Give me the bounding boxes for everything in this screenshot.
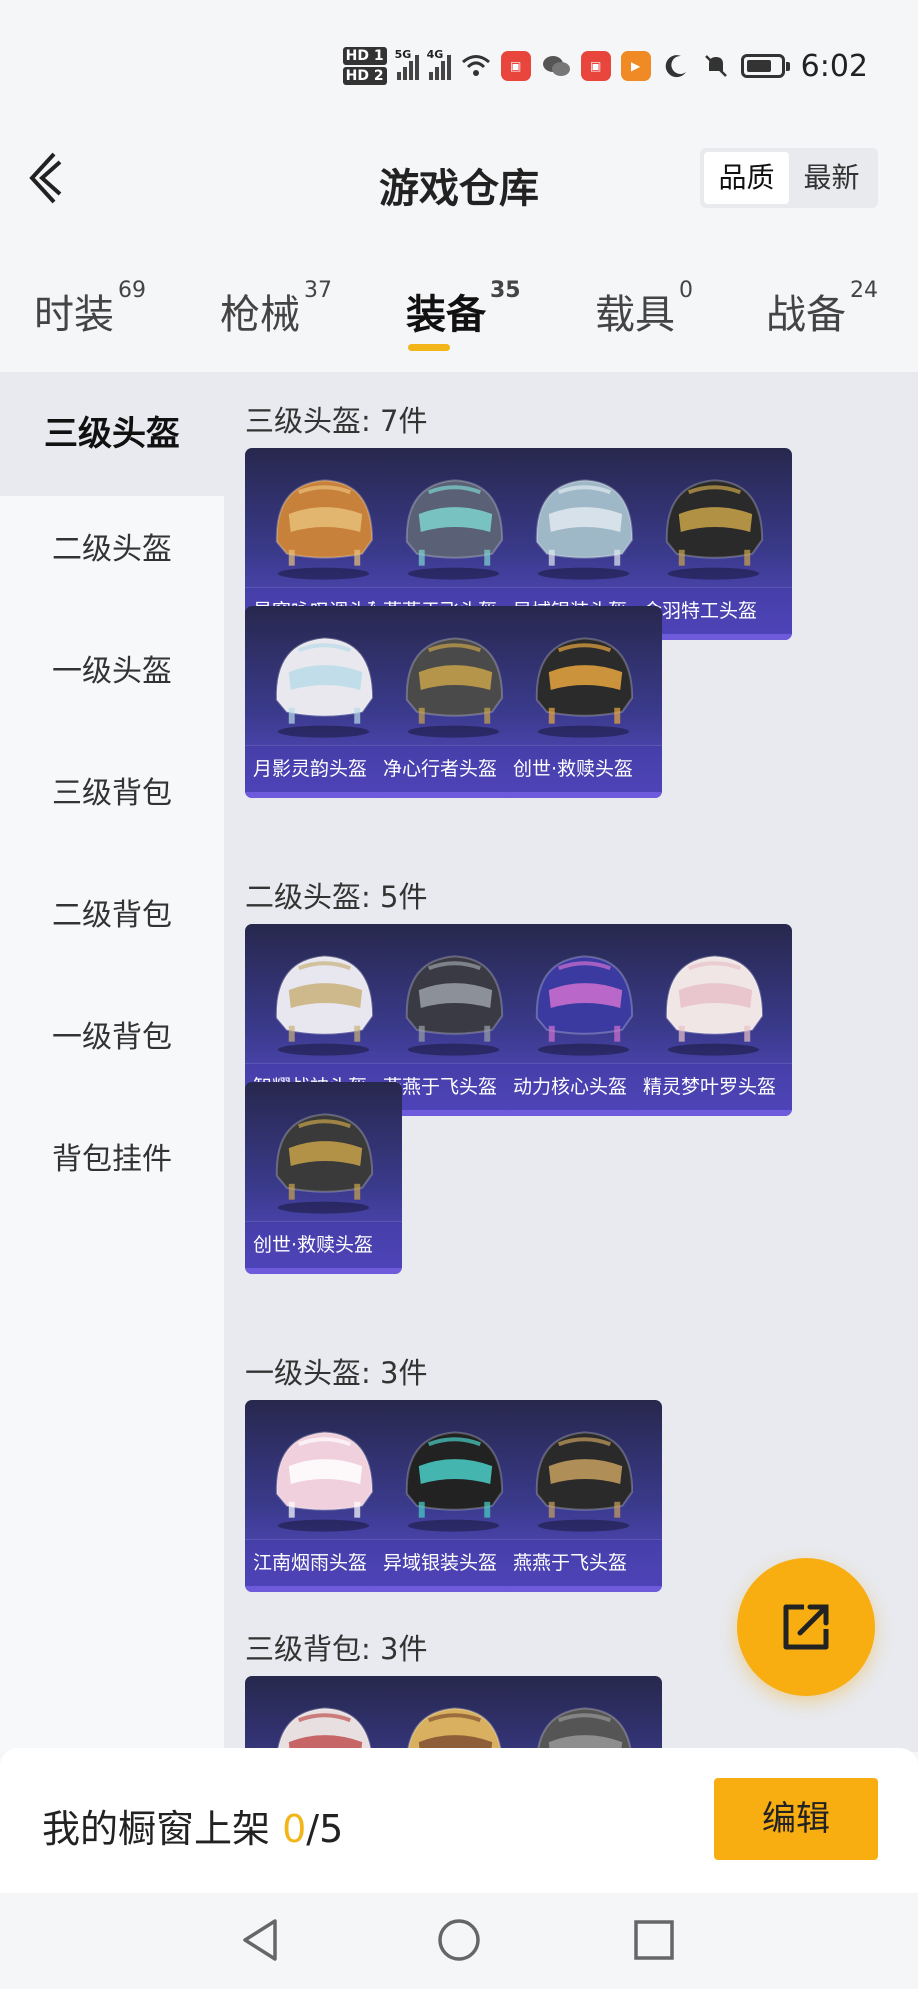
item-card[interactable]	[505, 1676, 662, 1752]
helmet-icon	[275, 637, 374, 738]
helmet-icon	[405, 1431, 504, 1532]
nav-home-icon[interactable]	[434, 1915, 484, 1965]
helmet-icon	[536, 1707, 632, 1752]
wifi-icon	[461, 51, 491, 81]
item-name: 金羽特工头盔	[643, 600, 758, 622]
helmet-icon	[406, 1707, 502, 1752]
helmet-icon	[665, 479, 764, 580]
helmet-icon	[275, 1431, 374, 1532]
item-name: 创世·救赎头盔	[253, 1234, 374, 1256]
item-name-bar: 创世·救赎头盔	[245, 1221, 402, 1268]
sidebar-item-level1-backpack[interactable]: 一级背包	[0, 1012, 224, 1056]
showcase-label: 我的橱窗上架 0/5	[42, 1807, 344, 1851]
helmet-icon	[276, 1707, 372, 1752]
item-card[interactable]: 创世·救赎头盔	[245, 1082, 402, 1274]
tab-supplies[interactable]: 战备24	[766, 278, 878, 340]
helmet-icon	[535, 1431, 634, 1532]
item-name: 创世·救赎头盔	[513, 758, 634, 780]
sort-newest-button[interactable]: 最新	[789, 152, 874, 204]
showcase-count: 0	[282, 1807, 307, 1851]
helmet-icon	[405, 955, 504, 1056]
card-rarity-strip	[505, 1586, 662, 1592]
sidebar-item-level1-helmet[interactable]: 一级头盔	[0, 646, 224, 690]
item-card[interactable]: 创世·救赎头盔	[505, 606, 662, 798]
wechat-icon	[541, 51, 571, 81]
helmet-icon	[665, 955, 764, 1056]
nav-back-icon[interactable]	[237, 1915, 287, 1965]
helmet-icon	[535, 955, 634, 1056]
tab-vehicles[interactable]: 载具0	[595, 278, 693, 340]
sidebar: 三级头盔 二级头盔 一级头盔 三级背包 二级背包 一级背包 背包挂件	[0, 372, 224, 1752]
helmet-icon	[535, 479, 634, 580]
sidebar-item-level3-backpack[interactable]: 三级背包	[0, 768, 224, 812]
shopping-app-icon: ▣	[500, 51, 531, 81]
battery-icon	[740, 54, 790, 78]
item-name-bar: 精灵梦叶罗头盔	[635, 1063, 792, 1110]
helmet-icon	[535, 637, 634, 738]
card-rarity-strip	[635, 1110, 792, 1116]
category-tabs: 时装69 枪械37 装备35 载具0 战备24	[0, 272, 918, 368]
moon-icon	[661, 51, 691, 81]
header: 游戏仓库 品质 最新	[0, 120, 918, 240]
status-bar: HD 1 HD 2 5G 4G ▣ ▣ ▶ 6:02	[0, 0, 918, 120]
card-rarity-strip	[245, 1268, 402, 1274]
sidebar-item-backpack-charm[interactable]: 背包挂件	[0, 1134, 224, 1178]
item-name: 燕燕于飞头盔	[513, 1552, 628, 1574]
section-title: 三级头盔: 7件	[245, 404, 428, 438]
helmet-icon	[275, 955, 374, 1056]
showcase-bar: 我的橱窗上架 0/5 编辑	[0, 1748, 918, 1893]
hd-indicator: HD 1 HD 2	[342, 47, 387, 85]
sidebar-item-level3-helmet[interactable]: 三级头盔	[0, 372, 224, 496]
item-name-bar: 创世·救赎头盔	[505, 745, 662, 792]
external-link-icon	[783, 1604, 829, 1650]
tab-guns[interactable]: 枪械37	[220, 278, 332, 340]
share-button[interactable]	[737, 1558, 875, 1696]
nav-recents-icon[interactable]	[629, 1915, 679, 1965]
helmet-icon	[275, 479, 374, 580]
clock: 6:02	[800, 48, 868, 84]
item-card[interactable]: 燕燕于飞头盔	[505, 1400, 662, 1592]
signal-4g-icon: 4G	[427, 48, 451, 80]
section-title: 一级头盔: 3件	[245, 1356, 428, 1390]
edit-button[interactable]: 编辑	[714, 1778, 878, 1860]
sidebar-item-level2-helmet[interactable]: 二级头盔	[0, 524, 224, 568]
sidebar-item-level2-backpack[interactable]: 二级背包	[0, 890, 224, 934]
system-nav-bar	[0, 1893, 918, 1989]
helmet-icon	[405, 479, 504, 580]
sort-quality-button[interactable]: 品质	[704, 152, 789, 204]
item-grid: 三级头盔: 7件 二级头盔: 5件 一级头盔: 3件 三级背包: 3件 星穹咏叹…	[224, 372, 918, 1752]
section-title: 三级背包: 3件	[245, 1632, 428, 1666]
sort-toggle: 品质 最新	[700, 148, 878, 208]
helmet-icon	[275, 1113, 374, 1214]
item-card[interactable]: 精灵梦叶罗头盔	[635, 924, 792, 1116]
tab-equipment[interactable]: 装备35	[406, 278, 521, 340]
shopping-app-icon-2: ▣	[580, 51, 611, 81]
signal-5g-icon: 5G	[395, 48, 419, 80]
active-tab-indicator	[408, 344, 450, 351]
video-app-icon: ▶	[620, 51, 651, 81]
item-name-bar: 燕燕于飞头盔	[505, 1539, 662, 1586]
mute-bell-icon	[701, 51, 731, 81]
card-rarity-strip	[505, 792, 662, 798]
tab-fashion[interactable]: 时装69	[34, 278, 146, 340]
section-title: 二级头盔: 5件	[245, 880, 428, 914]
helmet-icon	[405, 637, 504, 738]
item-name: 精灵梦叶罗头盔	[643, 1076, 777, 1098]
status-icons: HD 1 HD 2 5G 4G ▣ ▣ ▶ 6:02	[342, 44, 868, 88]
